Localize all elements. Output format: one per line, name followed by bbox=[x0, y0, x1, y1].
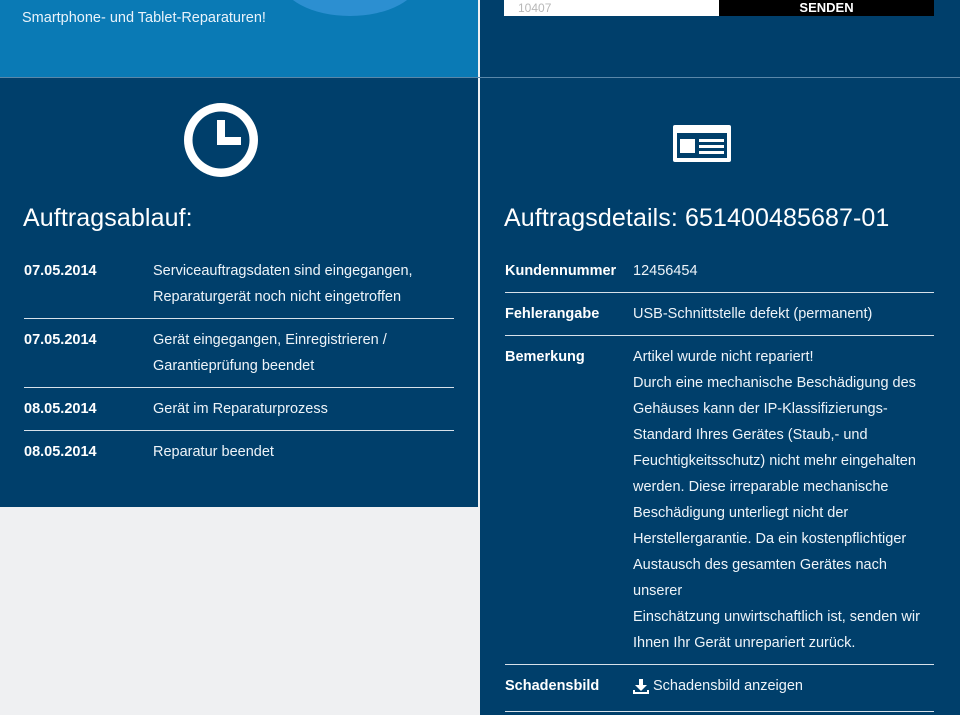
process-row: 08.05.2014 Gerät im Reparaturprozess bbox=[24, 388, 454, 431]
order-details-list: Kundennummer 12456454 Fehlerangabe USB-S… bbox=[505, 250, 934, 712]
detail-value: USB-Schnittstelle defekt (permanent) bbox=[633, 306, 873, 322]
promo-text: Smartphone- und Tablet-Reparaturen! bbox=[22, 10, 266, 26]
process-status: Gerät eingegangen, Einregistrieren / Gar… bbox=[153, 332, 387, 374]
detail-key: Schadensbild bbox=[505, 678, 600, 694]
order-process-title: Auftragsablauf: bbox=[23, 204, 193, 232]
process-status: Gerät im Reparaturprozess bbox=[153, 401, 328, 417]
order-number-input[interactable] bbox=[504, 0, 719, 16]
clock-icon bbox=[184, 103, 258, 177]
process-date: 07.05.2014 bbox=[24, 263, 97, 279]
send-button[interactable]: SENDEN › bbox=[719, 0, 934, 16]
order-details-panel: Auftragsdetails: 651400485687-01 Kundenn… bbox=[480, 78, 960, 715]
send-button-label: SENDEN bbox=[799, 0, 854, 15]
order-details-title: Auftragsdetails: 651400485687-01 bbox=[504, 204, 890, 232]
process-date: 08.05.2014 bbox=[24, 401, 97, 417]
order-lookup-form: SENDEN › bbox=[480, 0, 960, 77]
process-status: Reparatur beendet bbox=[153, 444, 274, 460]
detail-key: Bemerkung bbox=[505, 349, 585, 365]
detail-row-customer-number: Kundennummer 12456454 bbox=[505, 250, 934, 293]
process-status: Serviceauftragsdaten sind eingegangen, R… bbox=[153, 263, 413, 305]
detail-key: Fehlerangabe bbox=[505, 306, 600, 322]
detail-value: 12456454 bbox=[633, 263, 698, 279]
detail-value: Artikel wurde nicht repariert! Durch ein… bbox=[633, 349, 920, 651]
detail-row-remark: Bemerkung Artikel wurde nicht repariert!… bbox=[505, 336, 934, 665]
detail-row-damage-image: Schadensbild Schadensbild anzeigen bbox=[505, 665, 934, 712]
process-date: 07.05.2014 bbox=[24, 332, 97, 348]
process-row: 07.05.2014 Gerät eingegangen, Einregistr… bbox=[24, 319, 454, 388]
id-card-icon bbox=[673, 125, 731, 162]
process-row: 07.05.2014 Serviceauftragsdaten sind ein… bbox=[24, 250, 454, 319]
order-process-panel: Auftragsablauf: 07.05.2014 Serviceauftra… bbox=[0, 78, 478, 507]
show-damage-image-link[interactable]: Schadensbild anzeigen bbox=[633, 673, 803, 699]
promo-decoration bbox=[280, 0, 420, 16]
detail-row-error: Fehlerangabe USB-Schnittstelle defekt (p… bbox=[505, 293, 934, 336]
detail-key: Kundennummer bbox=[505, 263, 617, 279]
promo-banner: Smartphone- und Tablet-Reparaturen! bbox=[0, 0, 478, 77]
order-process-list: 07.05.2014 Serviceauftragsdaten sind ein… bbox=[24, 250, 454, 473]
download-icon bbox=[633, 678, 649, 694]
process-date: 08.05.2014 bbox=[24, 444, 97, 460]
show-damage-image-label: Schadensbild anzeigen bbox=[653, 678, 803, 694]
process-row: 08.05.2014 Reparatur beendet bbox=[24, 431, 454, 473]
